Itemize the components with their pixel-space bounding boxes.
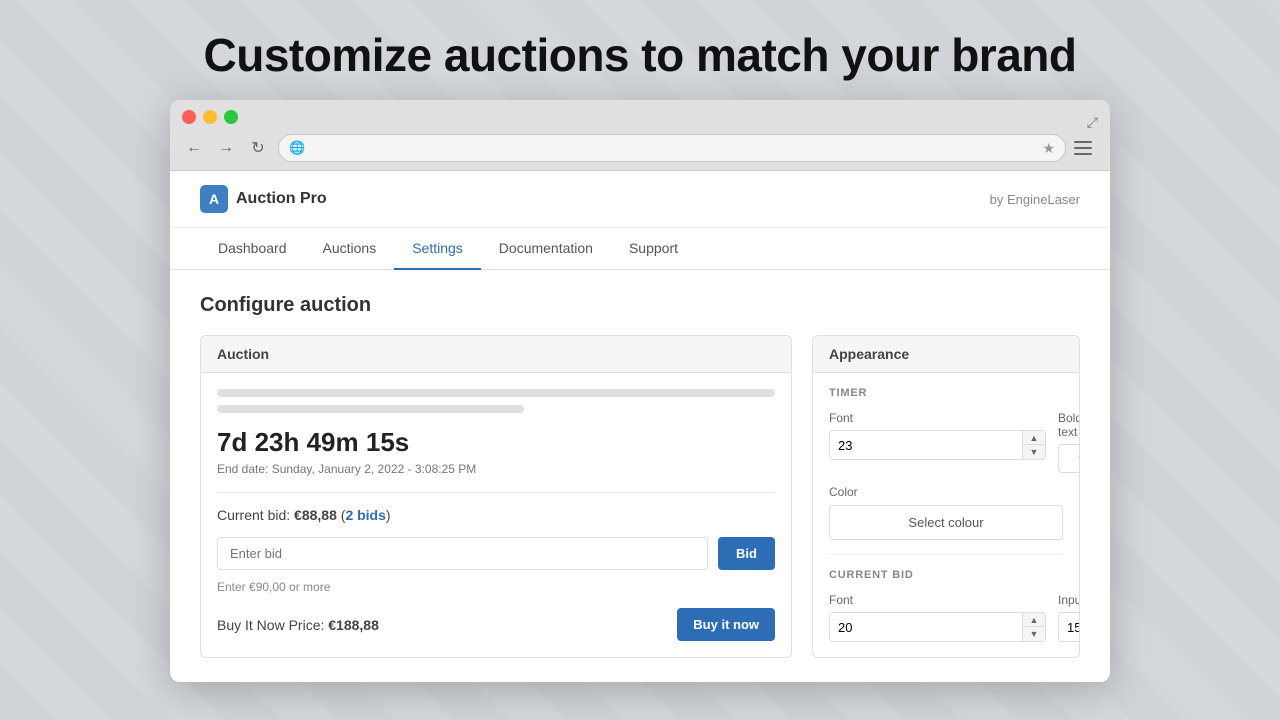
skeleton-line-1 [217, 389, 775, 397]
bid-row: Bid [217, 537, 775, 570]
nav-tabs: Dashboard Auctions Settings Documentatio… [170, 228, 1110, 270]
cb-font-stepper: ▲ ▼ [1022, 613, 1045, 641]
browser-chrome: ⤢ ← → ↻ 🌐 ★ [170, 100, 1110, 171]
buy-now-label: Buy It Now Price: €188,88 [217, 617, 379, 633]
bid-amount-value: €88,88 [294, 507, 337, 523]
current-bid-input-row: Font ▲ ▼ [829, 593, 1063, 642]
cb-font-up[interactable]: ▲ [1023, 613, 1045, 627]
traffic-lights [182, 110, 238, 124]
input-size-group: Input size ▲ ▼ [1058, 593, 1080, 642]
menu-button[interactable] [1074, 136, 1098, 160]
forward-button[interactable]: → [214, 136, 238, 160]
bid-input[interactable] [217, 537, 708, 570]
timer-font-up[interactable]: ▲ [1023, 431, 1045, 445]
cb-font-input[interactable] [830, 613, 1022, 641]
tab-settings[interactable]: Settings [394, 228, 481, 270]
auction-timer: 7d 23h 49m 15s [217, 427, 775, 458]
timer-bold-select-wrap: Yes No ▼ [1058, 444, 1080, 473]
auction-end-date: End date: Sunday, January 2, 2022 - 3:08… [217, 462, 775, 476]
timer-bold-select[interactable]: Yes No [1058, 444, 1080, 473]
timer-field-row: Font ▲ ▼ [829, 411, 1063, 473]
address-bar[interactable]: 🌐 ★ [278, 134, 1066, 162]
app-by: by EngineLaser [990, 192, 1080, 207]
appearance-body: TIMER Font ▲ ▼ [813, 373, 1079, 656]
expand-icon[interactable]: ⤢ [1087, 114, 1098, 131]
app-name: Auction Pro [236, 190, 327, 208]
timer-font-label: Font [829, 411, 1046, 425]
cb-font-input-wrap: ▲ ▼ [829, 612, 1046, 642]
timer-font-input[interactable] [830, 431, 1022, 459]
timer-font-group: Font ▲ ▼ [829, 411, 1046, 473]
color-section: Color Select colour [829, 485, 1063, 540]
back-button[interactable]: ← [182, 136, 206, 160]
bid-hint: Enter €90,00 or more [217, 580, 775, 594]
tab-documentation[interactable]: Documentation [481, 228, 611, 270]
globe-icon: 🌐 [289, 140, 305, 156]
bid-button[interactable]: Bid [718, 537, 775, 570]
app-content: A Auction Pro by EngineLaser Dashboard A… [170, 171, 1110, 682]
tab-dashboard[interactable]: Dashboard [200, 228, 305, 270]
app-header: A Auction Pro by EngineLaser [170, 171, 1110, 228]
bookmark-icon: ★ [1042, 140, 1055, 157]
timer-bold-group: Bold text Yes No ▼ [1058, 411, 1080, 473]
tab-auctions[interactable]: Auctions [305, 228, 395, 270]
input-size-wrap: ▲ ▼ [1058, 612, 1080, 642]
color-label: Color [829, 485, 1063, 499]
auction-panel-header: Auction [201, 336, 791, 373]
app-logo: A Auction Pro [200, 185, 327, 213]
input-size-label: Input size [1058, 593, 1080, 607]
timer-section-label: TIMER [829, 387, 1063, 399]
bid-count: 2 bids [345, 507, 385, 523]
timer-font-input-wrap: ▲ ▼ [829, 430, 1046, 460]
current-bid-row: Current bid: €88,88 (2 bids) [217, 507, 775, 523]
browser-toolbar: ← → ↻ 🌐 ★ [182, 134, 1098, 170]
page-title: Configure auction [200, 294, 1080, 317]
close-button[interactable] [182, 110, 196, 124]
timer-bold-label: Bold text [1058, 411, 1080, 439]
skeleton-line-2 [217, 405, 524, 413]
timer-font-stepper: ▲ ▼ [1022, 431, 1045, 459]
select-colour-button[interactable]: Select colour [829, 505, 1063, 540]
current-bid-label: Current bid: [217, 507, 290, 523]
maximize-button[interactable] [224, 110, 238, 124]
reload-button[interactable]: ↻ [246, 136, 270, 160]
tab-support[interactable]: Support [611, 228, 696, 270]
cb-font-group: Font ▲ ▼ [829, 593, 1046, 642]
appearance-header: Appearance [813, 336, 1079, 373]
main-content: Configure auction Auction 7d 23h 49m 15s… [170, 270, 1110, 682]
appearance-panel: Appearance TIMER Font ▲ [812, 335, 1080, 658]
divider [217, 492, 775, 493]
logo-icon: A [200, 185, 228, 213]
buy-now-row: Buy It Now Price: €188,88 Buy it now [217, 608, 775, 641]
minimize-button[interactable] [203, 110, 217, 124]
input-size-input[interactable] [1059, 613, 1080, 641]
timer-font-down[interactable]: ▼ [1023, 445, 1045, 459]
buy-now-price-value: €188,88 [328, 617, 379, 633]
buy-now-button[interactable]: Buy it now [677, 608, 775, 641]
cb-font-down[interactable]: ▼ [1023, 627, 1045, 641]
auction-panel-body: 7d 23h 49m 15s End date: Sunday, January… [201, 373, 791, 657]
current-bid-section-label: CURRENT BID [829, 569, 1063, 581]
section-divider [829, 554, 1063, 555]
auction-panel: Auction 7d 23h 49m 15s End date: Sunday,… [200, 335, 792, 658]
browser-window: ⤢ ← → ↻ 🌐 ★ A Auction Pro by EngineLaser [170, 100, 1110, 682]
page-heading: Customize auctions to match your brand [0, 0, 1280, 100]
cb-font-label: Font [829, 593, 1046, 607]
